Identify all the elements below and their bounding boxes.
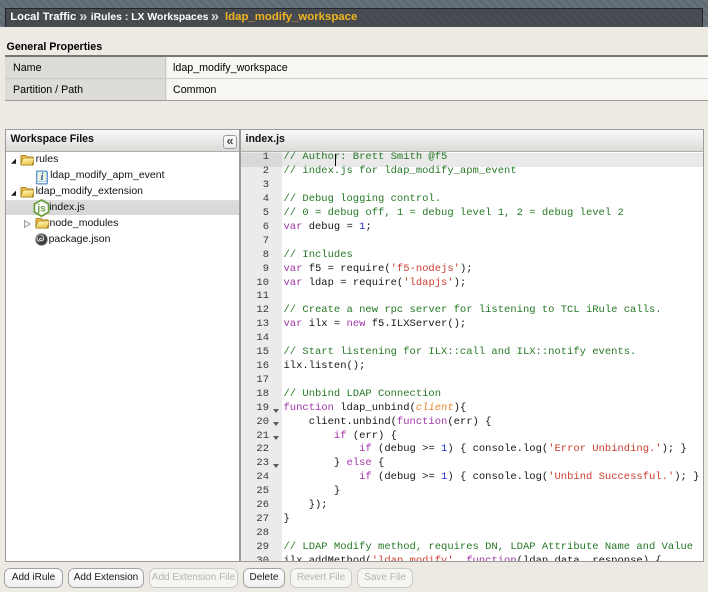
svg-text:i: i [40,172,43,183]
svg-text:js: js [36,203,46,214]
